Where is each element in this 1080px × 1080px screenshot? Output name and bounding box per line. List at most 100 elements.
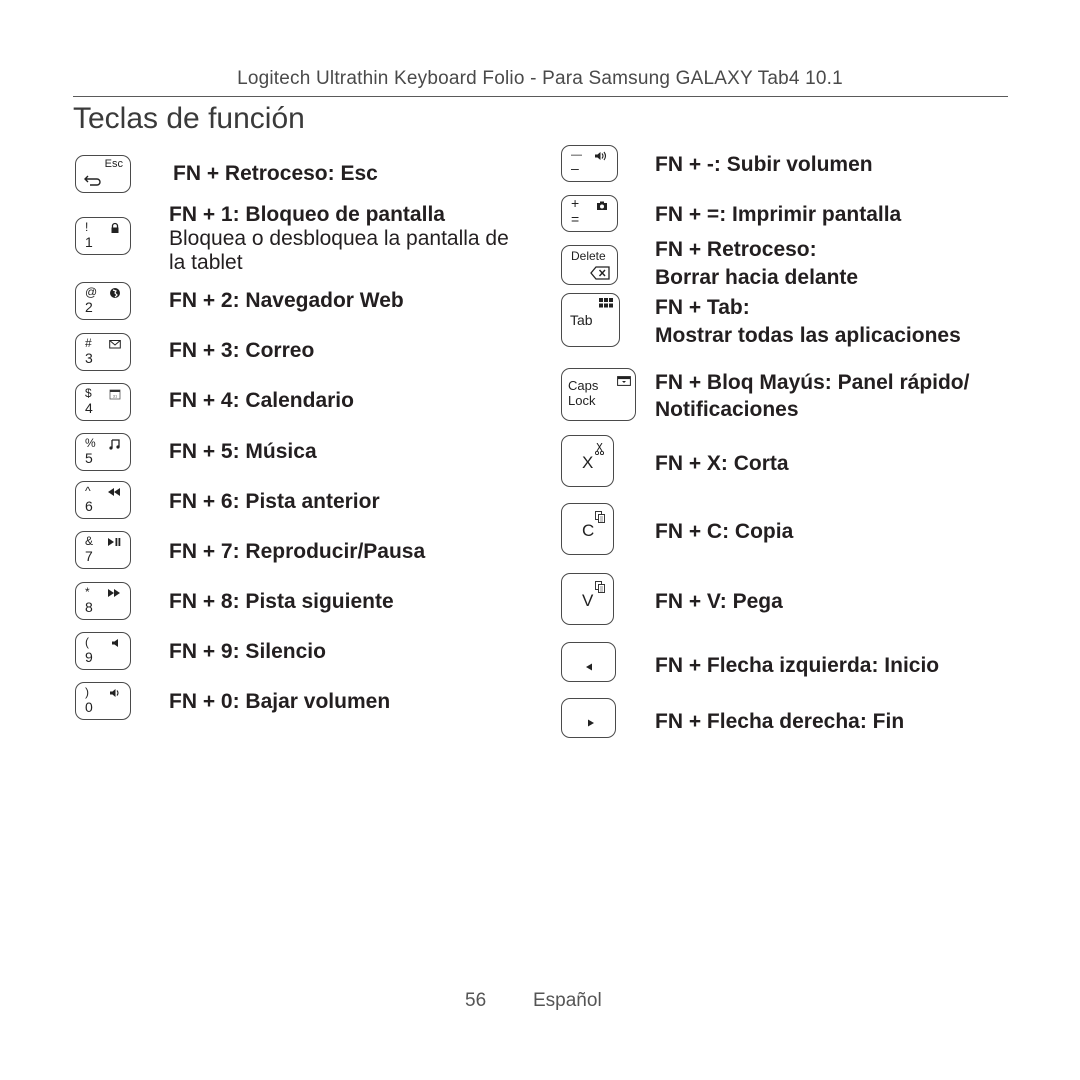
key-label-bottom: V: [582, 591, 594, 610]
running-header: Logitech Ultrathin Keyboard Folio - Para…: [237, 68, 843, 89]
key-label-top: &: [85, 534, 94, 548]
function-desc-6: FN + 6: Pista anterior: [169, 490, 380, 514]
key-8: * 8: [75, 582, 131, 620]
volume-up-icon: [594, 150, 608, 162]
key-label-bottom: C: [582, 521, 595, 540]
page-number: 56: [465, 990, 487, 1011]
key-label-top: ^: [85, 484, 91, 498]
function-desc-tab: FN + Tab: Mostrar todas las aplicaciones: [655, 296, 961, 348]
next-track-icon: [107, 587, 121, 599]
key-tab: Tab: [561, 293, 620, 347]
key-7: & 7: [75, 531, 131, 569]
key-label-top: (: [85, 635, 89, 649]
paste-icon: [595, 580, 605, 598]
function-title: FN + 6: Pista anterior: [169, 490, 380, 513]
function-title: FN + 3: Correo: [169, 339, 315, 362]
left-arrow-icon: [585, 658, 593, 676]
key-1: ! 1: [75, 217, 131, 255]
volume-down-icon: [109, 687, 121, 699]
function-desc-equals: FN + =: Imprimir pantalla: [655, 203, 901, 227]
function-desc-minus: FN + -: Subir volumen: [655, 153, 873, 177]
key-label-bottom: 4: [85, 400, 93, 416]
function-desc-5: FN + 5: Música: [169, 440, 317, 464]
scissors-icon: [594, 442, 605, 460]
function-title: FN + Retroceso:: [655, 238, 817, 261]
function-desc-8: FN + 8: Pista siguiente: [169, 590, 394, 614]
key-label-top: #: [85, 336, 92, 350]
function-detail: Notificaciones: [655, 398, 799, 421]
function-title: FN + V: Pega: [655, 590, 783, 613]
function-title: FN + 8: Pista siguiente: [169, 590, 394, 613]
notification-panel-icon: [617, 373, 631, 391]
key-6: ^ 6: [75, 481, 131, 519]
function-detail: Mostrar todas las aplicaciones: [655, 324, 961, 347]
key-label-top: %: [85, 436, 96, 450]
key-label-bottom: Tab: [570, 312, 593, 328]
function-title: FN + Retroceso: Esc: [173, 162, 378, 185]
app-grid-icon: [599, 298, 613, 310]
function-desc-delete: FN + Retroceso: Borrar hacia delante: [655, 238, 858, 290]
function-desc-1: FN + 1: Bloqueo de pantalla Bloquea o de…: [169, 203, 519, 275]
function-title: FN + 5: Música: [169, 440, 317, 463]
key-label-top: +: [571, 195, 580, 211]
music-note-icon: [109, 438, 121, 450]
function-desc-9: FN + 9: Silencio: [169, 640, 326, 664]
mute-icon: [109, 637, 121, 649]
key-label-top: $: [85, 386, 92, 400]
function-title: FN + 9: Silencio: [169, 640, 326, 663]
copy-icon: [595, 510, 605, 528]
function-title: FN + 0: Bajar volumen: [169, 690, 391, 713]
previous-track-icon: [107, 486, 121, 498]
key-label-bottom: 5: [85, 450, 93, 466]
function-desc-0: FN + 0: Bajar volumen: [169, 690, 390, 714]
key-left-arrow: [561, 642, 616, 682]
function-title: FN + =: Imprimir pantalla: [655, 203, 902, 226]
function-desc-4: FN + 4: Calendario: [169, 389, 354, 413]
function-title: FN + 1: Bloqueo de pantalla: [169, 203, 445, 226]
function-title: FN + Flecha izquierda: Inicio: [655, 654, 940, 677]
camera-icon: [596, 200, 608, 212]
key-label-top: *: [85, 585, 90, 599]
calendar-icon: 31: [109, 388, 121, 400]
globe-icon: [109, 287, 121, 299]
page-title: Teclas de función: [73, 102, 305, 135]
key-0: ) 0: [75, 682, 131, 720]
key-label-top: Esc: [104, 158, 123, 170]
key-label-bottom: X: [582, 453, 594, 472]
key-c: C: [561, 503, 614, 555]
lock-icon: [109, 222, 121, 234]
function-desc-left-arrow: FN + Flecha izquierda: Inicio: [655, 654, 939, 678]
function-title: FN + X: Corta: [655, 452, 789, 475]
header-rule: [73, 96, 1008, 97]
key-esc: Esc: [75, 155, 131, 193]
key-label-top: Delete: [571, 249, 606, 263]
function-title: FN + Bloq Mayús: Panel rápido/: [655, 371, 970, 394]
function-desc-c: FN + C: Copia: [655, 520, 793, 544]
right-arrow-icon: [587, 714, 595, 732]
key-5: % 5: [75, 433, 131, 471]
key-v: V: [561, 573, 614, 625]
key-label-bottom: 6: [85, 498, 93, 514]
function-desc-7: FN + 7: Reproducir/Pausa: [169, 540, 425, 564]
key-x: X: [561, 435, 614, 487]
function-detail: Bloquea o desbloquea la pantalla de la t…: [169, 227, 509, 274]
function-desc-right-arrow: FN + Flecha derecha: Fin: [655, 710, 904, 734]
envelope-icon: [109, 338, 121, 350]
key-label-bottom: 1: [85, 234, 93, 250]
function-title: FN + Flecha derecha: Fin: [655, 710, 905, 733]
key-label-bottom: 8: [85, 599, 93, 615]
key-caps-lock: Caps Lock: [561, 368, 636, 421]
function-title: FN + Tab:: [655, 296, 750, 319]
footer-language: Español: [533, 990, 602, 1011]
key-label-bottom: 2: [85, 299, 93, 315]
key-right-arrow: [561, 698, 616, 738]
key-label-bottom: Lock: [568, 393, 596, 408]
backspace-icon: [590, 266, 610, 285]
key-label-bottom: 0: [85, 699, 93, 715]
function-desc-caps-lock: FN + Bloq Mayús: Panel rápido/ Notificac…: [655, 371, 969, 422]
key-delete: Delete: [561, 245, 618, 285]
play-pause-icon: [107, 536, 121, 548]
key-label-top: @: [85, 285, 98, 299]
key-2: @ 2: [75, 282, 131, 320]
function-title: FN + 7: Reproducir/Pausa: [169, 540, 426, 563]
